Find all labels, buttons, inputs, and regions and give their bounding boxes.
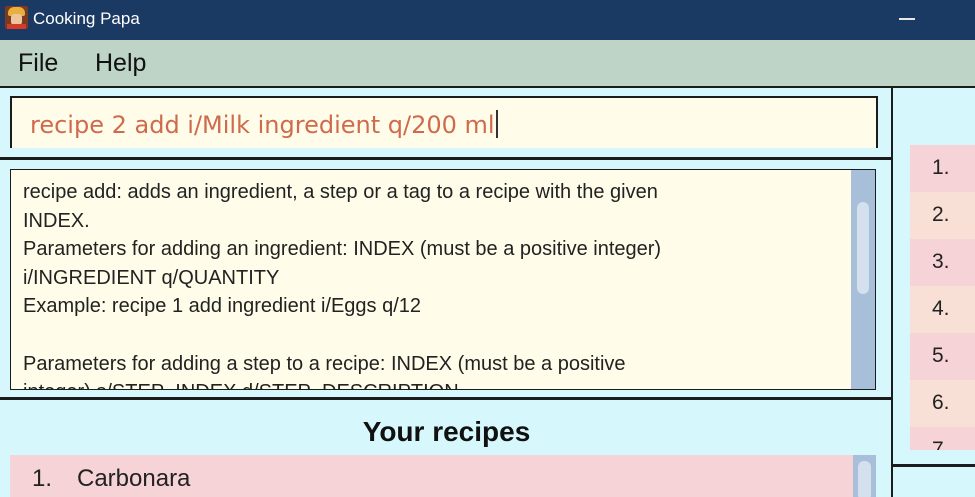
- menu-bar: File Help: [0, 40, 975, 88]
- side-list-item[interactable]: 3.: [910, 239, 975, 286]
- side-list-item[interactable]: 1.: [910, 145, 975, 192]
- menu-help[interactable]: Help: [95, 49, 146, 78]
- result-text: recipe add: adds an ingredient, a step o…: [23, 181, 662, 389]
- title-bar: Cooking Papa: [0, 0, 975, 40]
- chef-icon: [5, 6, 28, 29]
- side-list-item[interactable]: 4.: [910, 286, 975, 333]
- recipes-heading: Your recipes: [362, 416, 531, 447]
- side-list-item[interactable]: 7.: [910, 427, 975, 450]
- side-list-item[interactable]: 2.: [910, 192, 975, 239]
- window-title: Cooking Papa: [33, 9, 140, 28]
- divider: [893, 464, 975, 467]
- recipe-list-item[interactable]: 1. Carbonara: [10, 455, 854, 497]
- side-list: 1. 2. 3. 4. 5. 6. 7.: [910, 145, 975, 450]
- recipe-scrollbar[interactable]: [853, 455, 876, 497]
- scroll-thumb[interactable]: [857, 202, 869, 294]
- divider: [0, 397, 893, 400]
- side-list-item[interactable]: 5.: [910, 333, 975, 380]
- result-scrollbar[interactable]: [851, 170, 875, 389]
- result-display[interactable]: recipe add: adds an ingredient, a step o…: [10, 169, 876, 390]
- divider: [0, 157, 893, 160]
- scroll-thumb[interactable]: [858, 461, 871, 497]
- command-input[interactable]: recipe 2 add i/Milk ingredient q/200 ml: [30, 110, 498, 139]
- minimize-icon[interactable]: [899, 18, 915, 20]
- text-cursor: [495, 110, 498, 138]
- recipe-name: Carbonara: [77, 465, 191, 492]
- menu-file[interactable]: File: [18, 49, 58, 78]
- command-box[interactable]: recipe 2 add i/Milk ingredient q/200 ml: [10, 96, 878, 148]
- recipe-index: 1.: [32, 465, 53, 492]
- side-list-item[interactable]: 6.: [910, 380, 975, 427]
